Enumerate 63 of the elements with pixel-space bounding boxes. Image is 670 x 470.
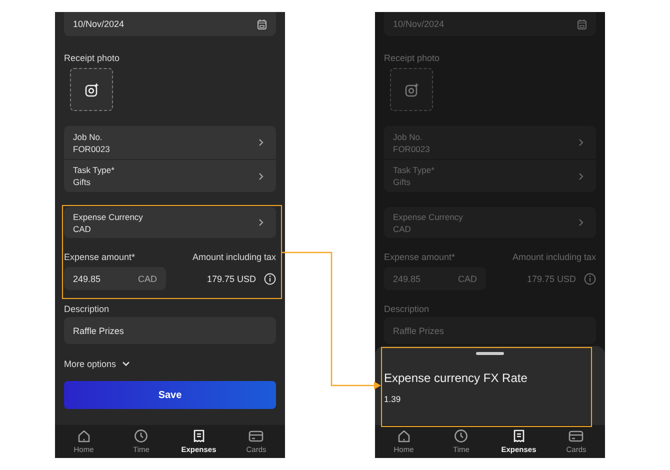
info-icon bbox=[584, 272, 596, 284]
row-label: Task Type* bbox=[73, 165, 114, 175]
row-label: Job No. bbox=[393, 132, 424, 142]
camera-plus-icon bbox=[404, 82, 418, 96]
receipt-label: Receipt photo bbox=[64, 53, 121, 63]
description-field[interactable]: Raffle Prizes bbox=[64, 317, 276, 344]
clock-icon bbox=[134, 429, 148, 443]
save-button[interactable]: Save bbox=[64, 381, 276, 409]
receipt-icon bbox=[512, 429, 526, 443]
sheet-title: Expense currency FX Rate bbox=[384, 371, 528, 385]
row-value: CAD bbox=[73, 224, 92, 234]
chevron-right-icon bbox=[258, 172, 264, 180]
chevron-right-icon bbox=[578, 138, 584, 147]
row-label: Expense Currency bbox=[393, 212, 463, 222]
description-label: Description bbox=[384, 304, 430, 314]
receipt-icon bbox=[192, 429, 206, 443]
tax-amount: 179.75 USD bbox=[526, 274, 576, 284]
select-row[interactable]: Job No. FOR0023 bbox=[64, 126, 276, 159]
home-icon bbox=[76, 429, 91, 443]
amount-field[interactable]: 249.85 CAD bbox=[64, 267, 166, 290]
drag-handle[interactable] bbox=[476, 352, 504, 355]
card-icon bbox=[568, 429, 584, 443]
currency-unit: CAD bbox=[458, 274, 477, 284]
select-row[interactable]: Task Type* Gifts bbox=[384, 159, 596, 192]
chevron-down-icon bbox=[122, 361, 130, 367]
amount-label: Expense amount* bbox=[384, 252, 456, 262]
calendar-icon bbox=[257, 18, 267, 30]
info-icon bbox=[264, 272, 276, 284]
fx-rate-value: 1.39 bbox=[384, 394, 402, 404]
date-field[interactable]: 10/Nov/2024 bbox=[64, 12, 276, 36]
chevron-right-icon bbox=[578, 172, 584, 180]
camera-plus-icon bbox=[84, 82, 98, 96]
amount-label: Expense amount* bbox=[64, 252, 136, 262]
more-options-toggle[interactable]: More options bbox=[64, 359, 130, 369]
card-icon bbox=[248, 429, 264, 443]
row-value: Gifts bbox=[73, 177, 92, 187]
currency-row[interactable]: Expense Currency CAD bbox=[384, 207, 596, 238]
row-value: Gifts bbox=[393, 177, 412, 187]
row-value: FOR0023 bbox=[73, 144, 110, 154]
select-row[interactable]: Task Type* Gifts bbox=[64, 159, 276, 192]
tax-label: Amount including tax bbox=[192, 252, 276, 262]
tax-amount: 179.75 USD bbox=[206, 274, 256, 284]
currency-unit: CAD bbox=[138, 274, 157, 284]
clock-icon bbox=[454, 429, 468, 443]
chevron-right-icon bbox=[578, 218, 584, 227]
row-label: Expense Currency bbox=[73, 212, 143, 222]
row-label: Job No. bbox=[73, 132, 104, 142]
date-field[interactable]: 10/Nov/2024 bbox=[384, 12, 596, 36]
row-value: FOR0023 bbox=[393, 144, 430, 154]
amount-field[interactable]: 249.85 CAD bbox=[384, 267, 486, 290]
row-value: CAD bbox=[393, 224, 412, 234]
calendar-icon bbox=[577, 18, 587, 30]
add-photo-button[interactable] bbox=[70, 68, 113, 111]
chevron-right-icon bbox=[258, 218, 264, 227]
home-icon bbox=[396, 429, 411, 443]
row-label: Task Type* bbox=[393, 165, 434, 175]
receipt-label: Receipt photo bbox=[384, 53, 441, 63]
description-label: Description bbox=[64, 304, 110, 314]
description-field[interactable]: Raffle Prizes bbox=[384, 317, 596, 344]
chevron-right-icon bbox=[258, 138, 264, 147]
select-row[interactable]: Job No. FOR0023 bbox=[384, 126, 596, 159]
tax-label: Amount including tax bbox=[512, 252, 596, 262]
currency-row[interactable]: Expense Currency CAD bbox=[64, 207, 276, 238]
